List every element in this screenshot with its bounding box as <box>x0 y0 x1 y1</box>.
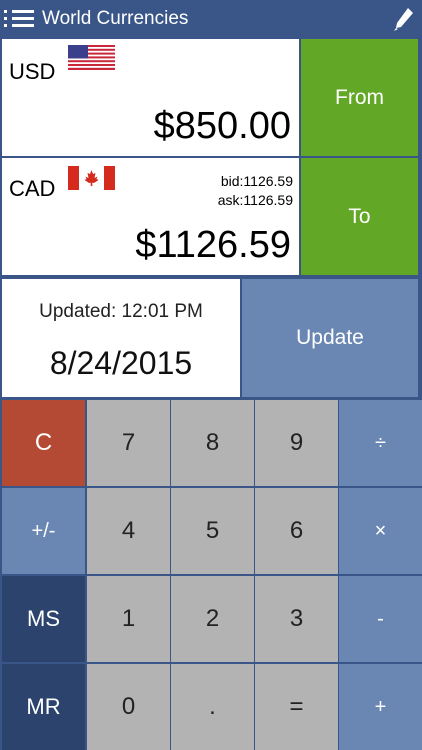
from-button[interactable]: From <box>301 39 418 156</box>
multiply-button[interactable]: × <box>339 488 422 574</box>
key-8[interactable]: 8 <box>171 400 254 486</box>
key-7[interactable]: 7 <box>87 400 170 486</box>
key-1[interactable]: 1 <box>87 576 170 662</box>
canada-flag-icon <box>68 166 115 190</box>
from-amount: $850.00 <box>153 105 291 147</box>
key-0[interactable]: 0 <box>87 664 170 750</box>
to-amount: $1126.59 <box>135 224 291 266</box>
add-button[interactable]: + <box>339 664 422 750</box>
menu-icon[interactable] <box>4 10 34 28</box>
key-9[interactable]: 9 <box>255 400 338 486</box>
from-currency-code: USD <box>9 59 56 84</box>
bid-value: bid:1126.59 <box>220 173 293 189</box>
clear-button[interactable]: C <box>2 400 85 486</box>
from-currency-panel[interactable]: USD $850.00 <box>2 39 299 156</box>
pencil-icon[interactable] <box>392 6 414 32</box>
app-title: World Currencies <box>42 8 189 29</box>
divide-button[interactable]: ÷ <box>339 400 422 486</box>
updated-time: Updated: 12:01 PM <box>39 301 203 322</box>
key-2[interactable]: 2 <box>171 576 254 662</box>
key-6[interactable]: 6 <box>255 488 338 574</box>
memory-store-button[interactable]: MS <box>2 576 85 662</box>
decimal-button[interactable]: . <box>171 664 254 750</box>
key-4[interactable]: 4 <box>87 488 170 574</box>
updated-panel: Updated: 12:01 PM 8/24/2015 <box>2 279 240 397</box>
key-3[interactable]: 3 <box>255 576 338 662</box>
sign-toggle-button[interactable]: +/- <box>2 488 85 574</box>
update-button[interactable]: Update <box>242 279 418 397</box>
key-5[interactable]: 5 <box>171 488 254 574</box>
to-button[interactable]: To <box>301 158 418 275</box>
subtract-button[interactable]: - <box>339 576 422 662</box>
updated-date: 8/24/2015 <box>49 345 193 381</box>
to-currency-code: CAD <box>9 176 56 201</box>
top-bar: World Currencies <box>0 0 422 38</box>
to-currency-panel[interactable]: CAD bid:1126.59 ask:1126.59 $1126.59 <box>2 158 299 275</box>
us-flag-icon <box>68 45 115 70</box>
ask-value: ask:1126.59 <box>217 192 293 208</box>
bid-ask-quote: bid:1126.59 ask:1126.59 <box>218 172 293 210</box>
memory-recall-button[interactable]: MR <box>2 664 85 750</box>
equals-button[interactable]: = <box>255 664 338 750</box>
